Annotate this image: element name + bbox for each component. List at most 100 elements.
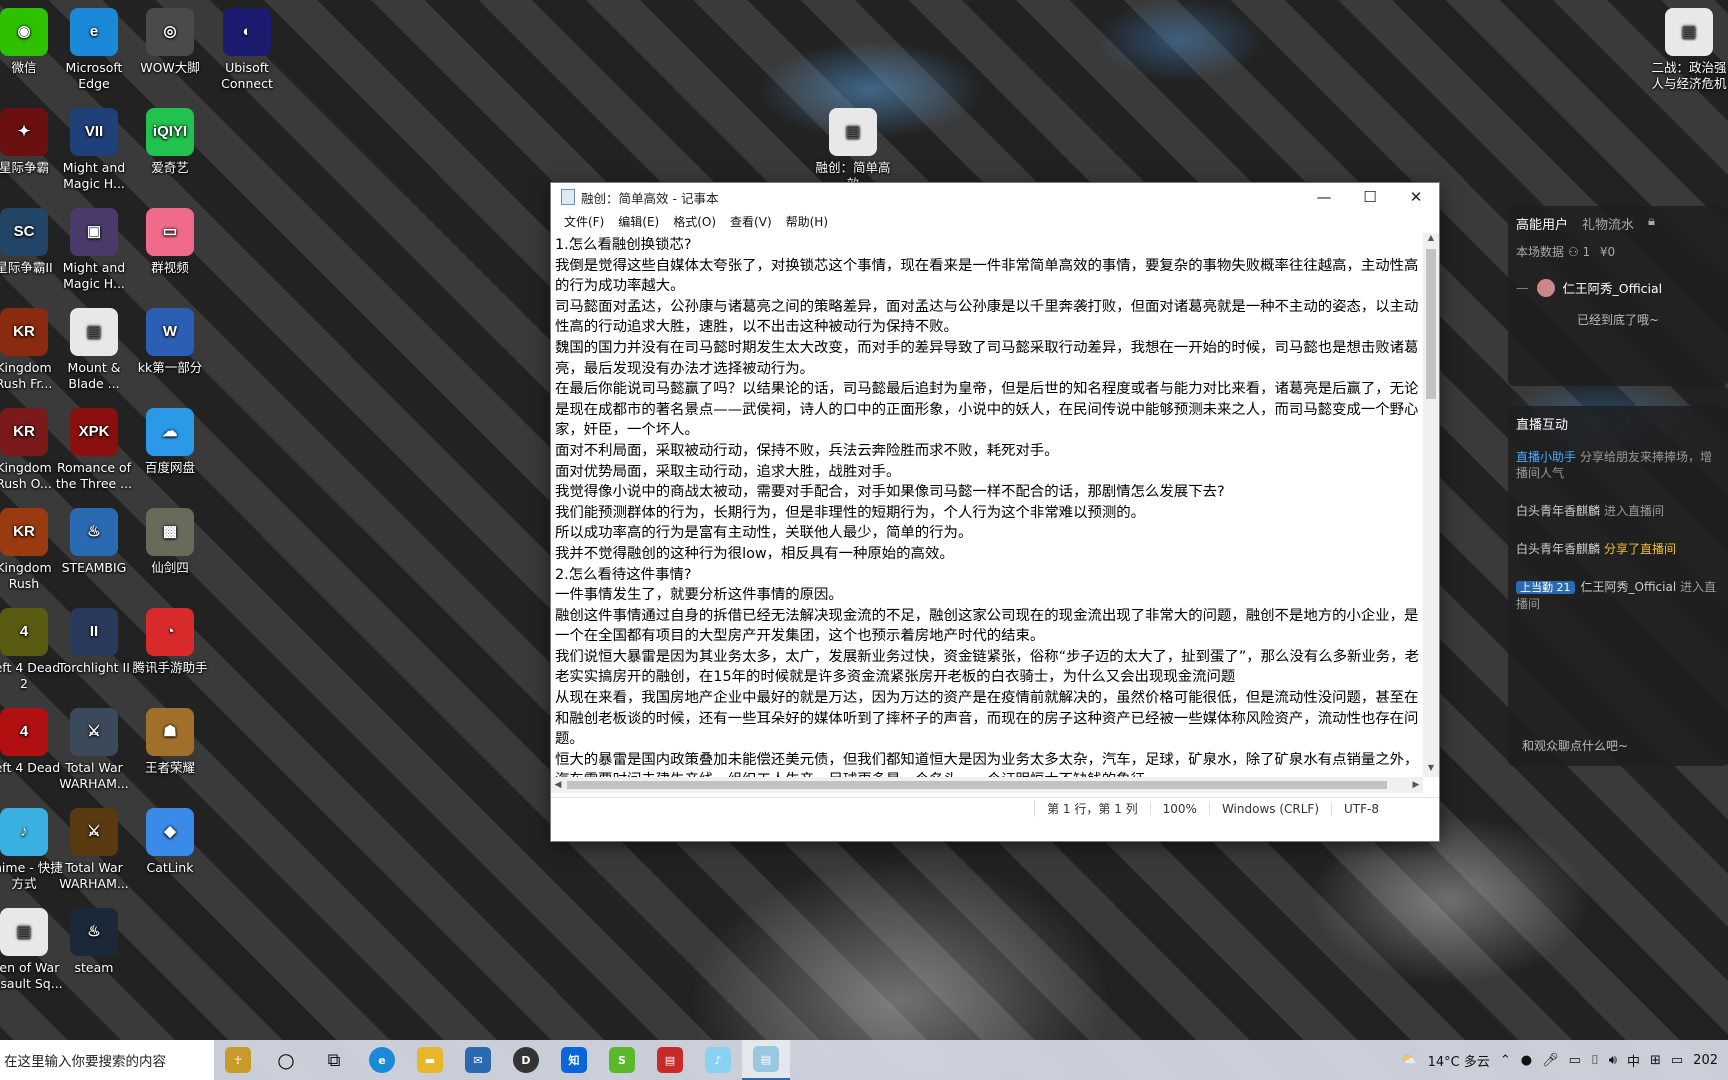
desktop-icon[interactable]: ◐ Ubisoft Connect xyxy=(205,8,289,92)
scroll-right-arrow-icon[interactable]: ▶ xyxy=(1409,777,1423,793)
chat-user-name[interactable]: 仁王阿秀_Official xyxy=(1581,580,1677,594)
stats-label: 本场数据 xyxy=(1516,245,1565,259)
weather-icon[interactable]: ⛅ xyxy=(1401,1053,1417,1068)
microphone-icon[interactable]: 🎤︎ xyxy=(1542,1053,1559,1068)
desktop-icon[interactable]: VII Might and Magic H... xyxy=(52,108,136,192)
desktop-icon[interactable]: ⚔ Total War WARHAM... xyxy=(52,808,136,892)
text-line: 在最后你能说司马懿赢了吗？以结果论的话，司马懿最后追封为皇帝，但是后世的知名程度… xyxy=(555,381,1419,439)
vertical-scrollbar[interactable]: ▲ ▼ xyxy=(1423,233,1439,777)
notepad-window[interactable]: 融创：简单高效 - 记事本 — ☐ ✕ 文件(F) 编辑(E) 格式(O) 查看… xyxy=(550,182,1440,842)
desktop-icon[interactable]: ▩ 仙剑四 xyxy=(128,508,212,576)
desktop-icon-label: kk第一部分 xyxy=(137,360,203,375)
desktop-icon[interactable]: ♨ steam xyxy=(52,908,136,976)
horizontal-scrollbar[interactable]: ◀ ▶ xyxy=(551,777,1423,793)
zhihu-icon[interactable]: 知 xyxy=(550,1040,598,1080)
reader-icon[interactable]: ▤ xyxy=(646,1040,694,1080)
menu-view[interactable]: 查看(V) xyxy=(723,213,779,230)
text-area[interactable]: 1.怎么看融创换锁芯? 我倒是觉得这些自媒体太夸张了，对换锁芯这个事情，现在看来是… xyxy=(551,233,1423,777)
desktop-icon[interactable]: Wkk第一部分 xyxy=(128,308,212,376)
weather-text[interactable]: 14°C 多云 xyxy=(1428,1051,1490,1070)
cursor-position: 第 1 行，第 1 列 xyxy=(1034,800,1150,817)
top-user-name[interactable]: 仁王阿秀_Official xyxy=(1563,278,1663,297)
desktop-icon[interactable]: ▤ Mount & Blade ... xyxy=(52,308,136,392)
lock-icon[interactable]: 🔒︎ xyxy=(1648,214,1655,233)
chevron-up-icon[interactable]: ⌃ xyxy=(1500,1053,1511,1068)
text-line: 我们说恒大暴雷是因为其业务太多，太广，发展新业务过快，资金链紧张，俗称“步子迈的… xyxy=(555,648,1419,686)
input-method-icon[interactable]: ⊞ xyxy=(1650,1053,1661,1068)
close-button[interactable]: ✕ xyxy=(1393,183,1439,211)
app-icon: ▩ xyxy=(146,508,194,556)
app-icon: ⚔ xyxy=(70,708,118,756)
vertical-scroll-thumb[interactable] xyxy=(1426,249,1436,399)
file-explorer-icon[interactable]: ▬ xyxy=(406,1040,454,1080)
menu-file[interactable]: 文件(F) xyxy=(557,213,611,230)
tab-high-users[interactable]: 高能用户 xyxy=(1516,214,1568,233)
desktop-icon[interactable]: ♨ STEAMBIG xyxy=(52,508,136,576)
network-icon[interactable]: ⌷ xyxy=(1591,1053,1599,1068)
live-panel: 高能用户 礼物流水 🔒︎ 本场数据 ⚇ 1 ¥0 — 仁王阿秀_Official… xyxy=(1508,206,1728,766)
app-icon: ◔ xyxy=(146,608,194,656)
desktop-icon[interactable]: ▣ Might and Magic H... xyxy=(52,208,136,292)
app-icon: XPK xyxy=(70,408,118,456)
dell-icon[interactable]: D xyxy=(502,1040,550,1080)
chat-user-name[interactable]: 白头青年香麒麟 xyxy=(1516,542,1600,556)
clock[interactable]: 202 xyxy=(1693,1053,1718,1068)
desktop-icon-label: 群视频 xyxy=(151,260,189,275)
app-icon: ☁ xyxy=(146,408,194,456)
chat-message: 上当勤 21 仁王阿秀_Official 进入直播间 xyxy=(1516,579,1720,612)
desktop-icon[interactable]: ◆ CatLink xyxy=(128,808,212,876)
desktop-icon-label: Torchlight II xyxy=(58,660,130,675)
minimize-button[interactable]: — xyxy=(1301,183,1347,211)
income-value: ¥0 xyxy=(1599,245,1616,259)
desktop-icon[interactable]: ◎ WOW大脚 xyxy=(128,8,212,76)
menu-format[interactable]: 格式(O) xyxy=(666,213,723,230)
scroll-up-arrow-icon[interactable]: ▲ xyxy=(1423,233,1439,247)
chat-input[interactable]: 和观众聊点什么吧~ xyxy=(1522,737,1628,754)
desktop-icon[interactable]: iQIYI 爱奇艺 xyxy=(128,108,212,176)
maximize-button[interactable]: ☐ xyxy=(1347,183,1393,211)
tab-gifts[interactable]: 礼物流水 xyxy=(1582,214,1634,233)
desktop-icon[interactable]: ◔ 腾讯手游助手 xyxy=(128,608,212,676)
taskbar-search-input[interactable]: 在这里输入你要搜索的内容 xyxy=(0,1040,214,1080)
desktop-icon[interactable]: e Microsoft Edge xyxy=(52,8,136,92)
volume-icon[interactable]: 🔊︎ xyxy=(1609,1053,1617,1068)
scroll-left-arrow-icon[interactable]: ◀ xyxy=(551,777,565,793)
battery-icon[interactable]: ▭ xyxy=(1569,1053,1581,1068)
desktop-icon[interactable]: ▤ 二战：政治强人与经济危机 xyxy=(1647,8,1728,92)
desktop-icon-label: CatLink xyxy=(146,860,194,875)
task-view-icon[interactable]: ⧉ xyxy=(310,1040,358,1080)
menu-help[interactable]: 帮助(H) xyxy=(779,213,835,230)
action-center-icon[interactable]: ▭ xyxy=(1671,1053,1683,1068)
horizontal-scroll-thumb[interactable] xyxy=(567,781,1387,789)
title-bar[interactable]: 融创：简单高效 - 记事本 — ☐ ✕ xyxy=(551,183,1439,211)
desktop-icon-label: Microsoft Edge xyxy=(65,60,123,91)
edge-taskbar-icon[interactable]: e xyxy=(358,1040,406,1080)
chime-taskbar-icon[interactable]: ♪ xyxy=(694,1040,742,1080)
desktop-icon[interactable]: ☁ 百度网盘 xyxy=(128,408,212,476)
app-icon: iQIYI xyxy=(146,108,194,156)
desktop-icon[interactable]: XPK Romance of the Three ... xyxy=(52,408,136,492)
notepad-taskbar-icon[interactable]: ▤ xyxy=(742,1040,790,1080)
pharaoh-icon[interactable]: ☥ xyxy=(214,1040,262,1080)
desktop-icon[interactable]: ☗ 王者荣耀 xyxy=(128,708,212,776)
text-line: 我们能预测群体的行为，长期行为，但是非理性的短期行为，个人行为这个非常难以预测的… xyxy=(555,504,1146,521)
app-green-icon[interactable]: S xyxy=(598,1040,646,1080)
desktop-icon[interactable]: II Torchlight II xyxy=(52,608,136,676)
chat-user-name[interactable]: 白头青年香麒麟 xyxy=(1516,504,1600,518)
ime-indicator[interactable]: 中 xyxy=(1627,1051,1640,1070)
scroll-down-arrow-icon[interactable]: ▼ xyxy=(1423,763,1439,777)
mail-icon[interactable]: ✉ xyxy=(454,1040,502,1080)
desktop-icon[interactable]: ▭ 群视频 xyxy=(128,208,212,276)
cortana-icon[interactable]: ○ xyxy=(262,1040,310,1080)
text-line: 我倒是觉得这些自媒体太夸张了，对换锁芯这个事情，现在看来是一件非常简单高效的事情… xyxy=(555,257,1419,295)
viewer-count: 1 xyxy=(1582,245,1591,259)
line-ending: Windows (CRLF) xyxy=(1208,801,1331,816)
chat-user-name[interactable]: 直播小助手 xyxy=(1516,450,1576,464)
desktop-icon[interactable]: ▤融创：简单高效 xyxy=(811,108,895,192)
app-icon: ☗ xyxy=(146,708,194,756)
desktop-icon[interactable]: ⚔ Total War WARHAM... xyxy=(52,708,136,792)
tray-app-icon[interactable]: ● xyxy=(1521,1053,1532,1068)
menu-edit[interactable]: 编辑(E) xyxy=(611,213,666,230)
desktop-icon-label: 二战：政治强人与经济危机 xyxy=(1651,60,1727,91)
app-icon: ⚔ xyxy=(70,808,118,856)
